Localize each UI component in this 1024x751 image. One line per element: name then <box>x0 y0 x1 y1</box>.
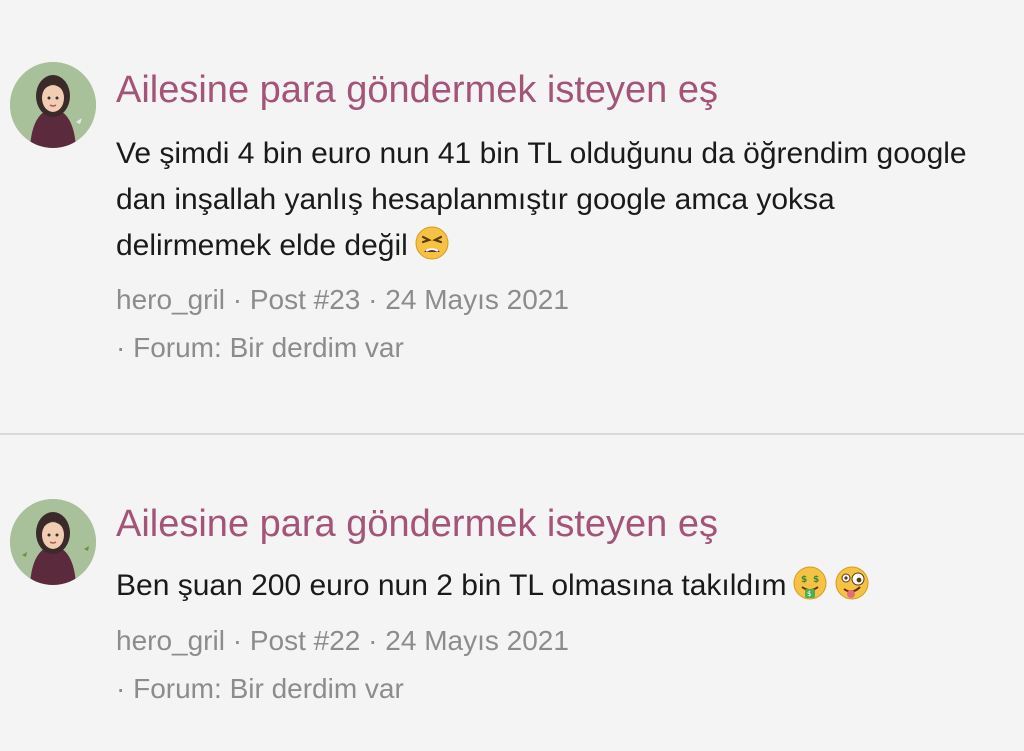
forum-link[interactable]: Forum: Bir derdim var <box>133 332 404 363</box>
zany-face-emoji-icon <box>834 565 870 601</box>
meta-separator: · <box>224 625 250 656</box>
post-body-text: Ben şuan 200 euro nun 2 bin TL olmasına … <box>116 569 787 602</box>
post-forum-line: · Forum: Bir derdim var <box>116 324 404 372</box>
post-forum-line: · Forum: Bir derdim var <box>116 665 404 713</box>
avatar[interactable] <box>10 499 96 585</box>
search-result-post-23[interactable]: Ailesine para göndermek isteyen eş Ve şi… <box>0 0 1024 434</box>
forum-link[interactable]: Forum: Bir derdim var <box>133 673 404 704</box>
money-mouth-face-emoji-icon: $ $ $ <box>792 565 828 601</box>
meta-separator: · <box>116 673 134 704</box>
post-meta: hero_gril · Post #23 · 24 Mayıs 2021 <box>116 276 569 324</box>
svg-text:$: $ <box>801 575 807 585</box>
post-title-link[interactable]: Ailesine para göndermek isteyen eş <box>116 68 718 112</box>
meta-separator: · <box>360 625 386 656</box>
post-body: Ben şuan 200 euro nun 2 bin TL olmasına … <box>116 563 996 609</box>
post-date: 24 Mayıs 2021 <box>385 284 569 315</box>
post-number: Post #23 <box>249 284 361 315</box>
post-number: Post #22 <box>249 625 361 656</box>
meta-separator: · <box>116 332 134 363</box>
post-divider <box>0 433 1024 435</box>
post-body: Ve şimdi 4 bin euro nun 41 bin TL olduğu… <box>116 131 996 269</box>
post-title-link[interactable]: Ailesine para göndermek isteyen eş <box>116 502 718 546</box>
post-meta: hero_gril · Post #22 · 24 Mayıs 2021 <box>116 617 569 665</box>
author-link[interactable]: hero_gril <box>116 284 225 315</box>
search-result-post-22[interactable]: Ailesine para göndermek isteyen eş Ben ş… <box>0 436 1024 751</box>
meta-separator: · <box>224 284 250 315</box>
tired-face-emoji-icon <box>414 225 450 261</box>
user-avatar-illustration-icon <box>10 62 96 148</box>
avatar[interactable] <box>10 62 96 148</box>
user-avatar-illustration-icon <box>10 499 96 585</box>
meta-separator: · <box>360 284 386 315</box>
post-body-text: Ve şimdi 4 bin euro nun 41 bin TL olduğu… <box>116 137 967 262</box>
post-date: 24 Mayıs 2021 <box>385 625 569 656</box>
svg-text:$: $ <box>807 590 811 598</box>
author-link[interactable]: hero_gril <box>116 625 225 656</box>
svg-text:$: $ <box>813 575 819 585</box>
